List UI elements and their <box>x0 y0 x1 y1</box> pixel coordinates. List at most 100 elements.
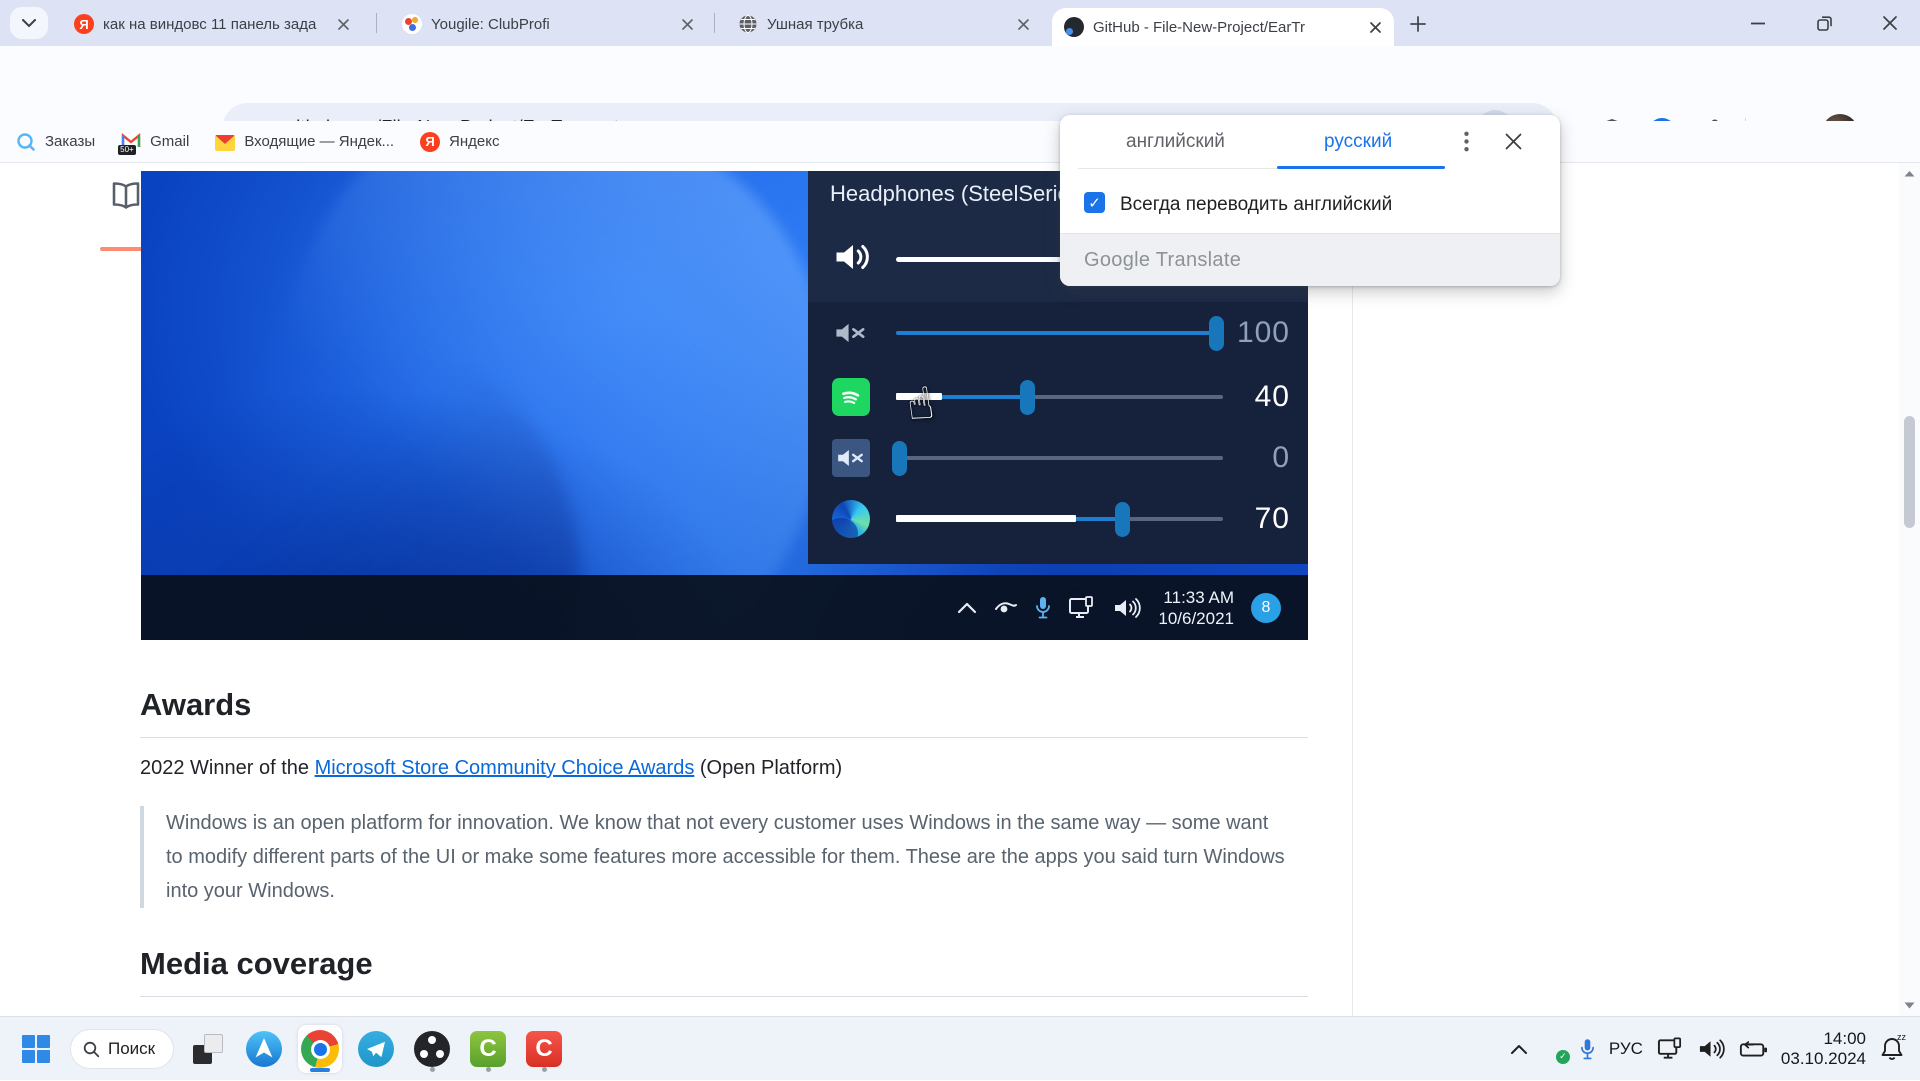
recorder-app-button[interactable]: C <box>522 1025 566 1073</box>
stacked-windows-app-button[interactable] <box>186 1025 230 1073</box>
windows-logo-icon <box>22 1035 50 1063</box>
telegram-app-button[interactable] <box>354 1025 398 1073</box>
telegram-icon <box>358 1031 394 1067</box>
tab-title: Yougile: ClubProfi <box>431 16 669 33</box>
volume-value: 100 <box>1228 314 1290 352</box>
tab-strip: Я как на виндовс 11 панель зада Yougile:… <box>0 0 1920 46</box>
bookmark-yandex-inbox[interactable]: Входящие — Яндек... <box>215 133 394 151</box>
heading-rule <box>140 737 1308 738</box>
navigation-arrow-icon <box>246 1031 282 1067</box>
microphone-tray-icon[interactable] <box>1580 1038 1595 1061</box>
language-indicator[interactable]: РУС <box>1609 1039 1643 1059</box>
search-label: Поиск <box>108 1039 155 1059</box>
restore-icon <box>1817 16 1832 31</box>
recorder-icon: C <box>526 1031 562 1067</box>
bookmark-label: Gmail <box>150 133 189 150</box>
app-volume-row: 70 <box>808 500 1308 538</box>
speaker-icon <box>832 237 874 277</box>
system-tray: ✓ РУС 14:00 03.10.2024 zz <box>1510 1017 1904 1081</box>
translate-tab-russian[interactable]: русский <box>1324 131 1392 153</box>
bookmark-label: Заказы <box>45 133 95 150</box>
window-minimize-button[interactable] <box>1730 0 1786 46</box>
search-icon <box>83 1041 100 1058</box>
tab-close-icon[interactable] <box>1366 18 1384 36</box>
bookmarks-bar: Заказы 50+ Gmail Входящие — Яндек... Я Я… <box>0 121 1920 163</box>
tab-yandex-search[interactable]: Я как на виндовс 11 панель зада <box>62 7 362 41</box>
scroll-up-arrow[interactable] <box>1903 169 1916 178</box>
volume-slider-track <box>896 456 1223 460</box>
screenshot-date: 10/6/2021 <box>1158 608 1234 629</box>
blue-arrow-app-button[interactable] <box>242 1025 286 1073</box>
window-restore-button[interactable] <box>1796 0 1852 46</box>
speaker-icon <box>1113 596 1141 620</box>
yougile-favicon <box>402 14 422 34</box>
translate-tab-english[interactable]: английский <box>1126 131 1225 153</box>
bookmark-yandex[interactable]: Я Яндекс <box>420 132 499 152</box>
tab-close-icon[interactable] <box>678 15 696 33</box>
tab-title: как на виндовс 11 панель зада <box>103 16 325 33</box>
tab-separator <box>376 13 377 33</box>
battery-icon[interactable] <box>1739 1039 1767 1059</box>
book-icon <box>108 181 144 213</box>
monitor-icon <box>1068 596 1096 620</box>
notifications-bell-button[interactable]: zz <box>1880 1036 1904 1062</box>
obs-icon <box>414 1031 450 1067</box>
yandex-icon: Я <box>420 132 440 152</box>
focus-assist-badge: zz <box>1897 1032 1906 1042</box>
tab-yougile[interactable]: Yougile: ClubProfi <box>390 7 706 41</box>
taskbar-clock[interactable]: 14:00 03.10.2024 <box>1781 1029 1866 1069</box>
github-favicon <box>1064 17 1084 37</box>
volume-value: 40 <box>1228 378 1290 416</box>
awards-heading: Awards <box>140 686 1308 724</box>
volume-slider-thumb <box>1020 380 1035 415</box>
tab-close-icon[interactable] <box>334 15 352 33</box>
microphone-icon <box>1035 596 1051 620</box>
hidden-icons-chevron[interactable] <box>1510 1044 1528 1055</box>
scroll-down-arrow[interactable] <box>1903 1001 1916 1010</box>
envelope-icon <box>215 135 235 151</box>
display-tray-icon[interactable] <box>1657 1037 1684 1061</box>
windows-security-icon[interactable]: ✓ <box>1542 1036 1566 1062</box>
volume-slider-thumb <box>892 441 907 476</box>
camtasia-app-button[interactable]: C <box>466 1025 510 1073</box>
obs-app-button[interactable] <box>410 1025 454 1073</box>
chrome-icon <box>301 1030 339 1068</box>
gmail-unread-badge: 50+ <box>118 145 136 155</box>
tab-list-chevron-button[interactable] <box>10 7 48 39</box>
new-tab-button[interactable] <box>1405 11 1431 37</box>
page-content: Headphones (SteelSeries 100 <box>0 163 1920 1016</box>
bookmark-orders[interactable]: Заказы <box>16 132 95 152</box>
window-close-button[interactable] <box>1862 0 1918 46</box>
stacked-windows-icon <box>193 1034 223 1064</box>
tab-hairline <box>1078 168 1278 169</box>
peak-level-bar <box>896 515 1076 522</box>
running-app-dot <box>486 1067 491 1072</box>
active-app-indicator <box>310 1068 330 1072</box>
ms-store-awards-link[interactable]: Microsoft Store Community Choice Awards <box>315 757 695 779</box>
start-button[interactable] <box>14 1025 58 1073</box>
tab-ear-tube[interactable]: Ушная трубка <box>726 7 1042 41</box>
bookmark-label: Яндекс <box>449 133 499 150</box>
running-app-dot <box>430 1067 435 1072</box>
eye-icon <box>994 601 1018 615</box>
translate-close-icon[interactable] <box>1505 133 1522 150</box>
always-translate-checkbox[interactable]: ✓ <box>1084 192 1105 213</box>
vertical-scrollbar[interactable] <box>1899 163 1920 1016</box>
close-icon <box>1883 16 1897 30</box>
taskbar-search[interactable]: Поиск <box>70 1029 174 1069</box>
chrome-app-button[interactable] <box>298 1025 342 1073</box>
translate-options-kebab-icon[interactable] <box>1464 131 1469 152</box>
speaker-tray-icon[interactable] <box>1698 1037 1725 1061</box>
tab-close-icon[interactable] <box>1014 15 1032 33</box>
scrollbar-thumb[interactable] <box>1904 416 1915 528</box>
volume-value: 70 <box>1228 500 1290 538</box>
bookmark-gmail[interactable]: 50+ Gmail <box>121 132 189 152</box>
media-coverage-heading: Media coverage <box>140 945 1308 983</box>
edge-icon <box>832 500 870 538</box>
orders-icon <box>16 132 36 152</box>
google-translate-brand: Google Translate <box>1084 249 1241 272</box>
screenshot-clock: 11:33 AM 10/6/2021 <box>1158 587 1234 629</box>
screenshot-taskbar: 11:33 AM 10/6/2021 8 <box>141 575 1308 640</box>
tab-github-active[interactable]: GitHub - File-New-Project/EarTr <box>1052 8 1394 46</box>
spotify-icon <box>832 378 870 416</box>
